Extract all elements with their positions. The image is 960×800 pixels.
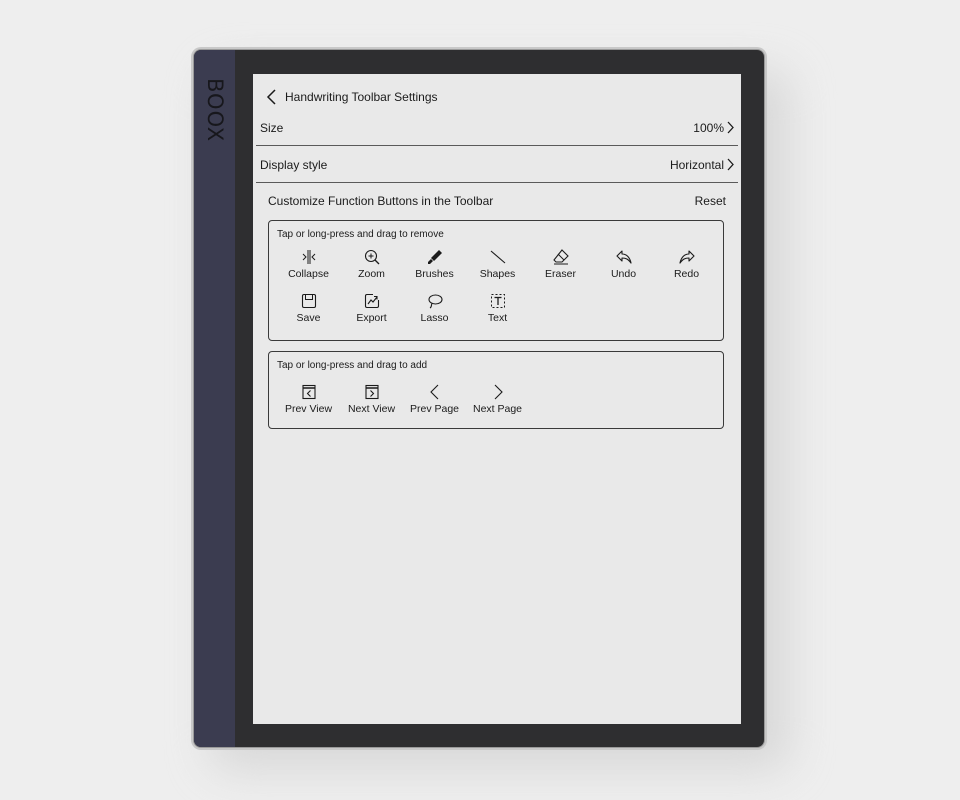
export-icon [364, 293, 379, 309]
remove-hint: Tap or long-press and drag to remove [277, 229, 444, 240]
toolbar-button-prev-page[interactable]: Prev Page [403, 384, 466, 424]
reset-button[interactable]: Reset [695, 194, 726, 208]
toolbar-button-lasso[interactable]: Lasso [403, 293, 466, 333]
button-label: Zoom [358, 268, 385, 280]
button-label: Prev View [284, 403, 333, 415]
remove-buttons-panel: Tap or long-press and drag to remove Col… [268, 220, 724, 341]
button-label: Next Page [472, 403, 523, 415]
toolbar-button-undo[interactable]: Undo [592, 249, 655, 289]
chevron-left-icon[interactable] [265, 88, 279, 106]
button-label: Undo [610, 268, 637, 280]
chevron-right-icon [727, 158, 734, 171]
button-label: Export [356, 312, 387, 324]
save-icon [301, 293, 316, 309]
button-label: Collapse [288, 268, 329, 280]
zoom-icon [364, 249, 379, 265]
display-style-value-group: Horizontal [670, 158, 734, 172]
redo-icon [678, 250, 695, 264]
button-label: Shapes [479, 268, 516, 280]
size-value-group: 100% [693, 121, 734, 135]
toolbar-button-prev-view[interactable]: Prev View [277, 384, 340, 424]
prev-page-icon [429, 384, 438, 400]
button-label: Text [487, 312, 508, 324]
button-label: Redo [673, 268, 700, 280]
size-label: Size [260, 120, 284, 135]
collapse-icon [302, 250, 315, 264]
lasso-icon [427, 294, 443, 309]
size-value: 100% [693, 120, 724, 135]
undo-icon [615, 250, 632, 264]
page-title: Handwriting Toolbar Settings [285, 90, 438, 104]
setting-row-size[interactable]: Size 100% [256, 110, 738, 146]
button-label: Lasso [420, 312, 449, 324]
toolbar-button-next-page[interactable]: Next Page [466, 384, 529, 424]
toolbar-button-save[interactable]: Save [277, 293, 340, 333]
display-style-value: Horizontal [669, 157, 724, 172]
text-icon [490, 294, 505, 308]
e-reader-device: BOOX Handwriting Toolbar Settings Size 1… [194, 50, 764, 747]
next-page-icon [494, 384, 503, 400]
next-view-icon [364, 384, 379, 400]
toolbar-button-shapes[interactable]: Shapes [466, 249, 529, 289]
device-spine: BOOX [194, 50, 235, 747]
stage: BOOX Handwriting Toolbar Settings Size 1… [0, 0, 960, 800]
chevron-right-icon [727, 121, 734, 134]
customize-header: Customize Function Buttons in the Toolba… [268, 194, 726, 208]
shapes-icon [490, 250, 505, 264]
setting-row-display-style[interactable]: Display style Horizontal [256, 147, 738, 183]
brand-logo: BOOX [203, 77, 227, 143]
button-label: Brushes [415, 268, 454, 280]
toolbar-button-next-view[interactable]: Next View [340, 384, 403, 424]
toolbar-button-redo[interactable]: Redo [655, 249, 718, 289]
button-label: Save [296, 312, 321, 324]
screen: Handwriting Toolbar Settings Size 100% D… [253, 74, 741, 724]
toolbar-button-export[interactable]: Export [340, 293, 403, 333]
add-hint: Tap or long-press and drag to add [277, 360, 428, 371]
brush-icon [427, 250, 442, 264]
toolbar-button-brushes[interactable]: Brushes [403, 249, 466, 289]
eraser-icon [552, 249, 569, 265]
button-label: Prev Page [409, 403, 460, 415]
add-buttons-panel: Tap or long-press and drag to add Prev V… [268, 351, 724, 429]
toolbar-button-zoom[interactable]: Zoom [340, 249, 403, 289]
button-label: Eraser [545, 268, 576, 280]
toolbar-button-text[interactable]: Text [466, 293, 529, 333]
display-style-label: Display style [260, 157, 328, 172]
prev-view-icon [301, 384, 316, 400]
button-label: Next View [347, 403, 396, 415]
page-header[interactable]: Handwriting Toolbar Settings [265, 88, 438, 106]
customize-title: Customize Function Buttons in the Toolba… [268, 194, 494, 208]
toolbar-button-collapse[interactable]: Collapse [277, 249, 340, 289]
toolbar-button-eraser[interactable]: Eraser [529, 249, 592, 289]
